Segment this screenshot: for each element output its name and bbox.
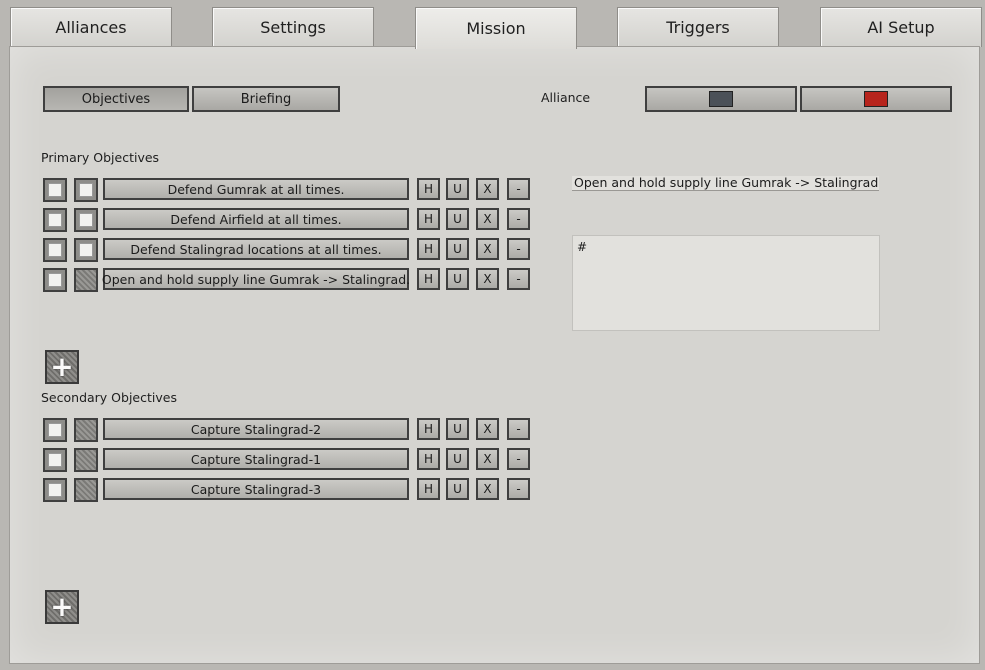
tab-bar: Alliances Settings Mission Triggers AI S… xyxy=(0,0,985,49)
alliance-2-button[interactable] xyxy=(800,86,952,112)
objectives-button[interactable]: Objectives xyxy=(43,86,189,112)
secondary-objectives-heading: Secondary Objectives xyxy=(41,390,177,405)
objective-name-button[interactable]: Defend Stalingrad locations at all times… xyxy=(103,238,409,260)
unhide-button[interactable]: U xyxy=(446,238,469,260)
objective-name-button[interactable]: Capture Stalingrad-1 xyxy=(103,448,409,470)
objective-name-button[interactable]: Open and hold supply line Gumrak -> Stal… xyxy=(102,268,410,290)
unhide-button[interactable]: U xyxy=(446,208,469,230)
primary-objective-row: Open and hold supply line Gumrak -> Stal… xyxy=(43,268,533,292)
objective-checkbox-secondary[interactable] xyxy=(74,208,98,232)
secondary-objective-row: Capture Stalingrad-1 H U X - xyxy=(43,448,533,472)
add-primary-objective-button[interactable]: + xyxy=(45,350,79,384)
mission-panel xyxy=(9,46,980,664)
objective-checkbox[interactable] xyxy=(43,448,67,472)
tab-alliances[interactable]: Alliances xyxy=(10,7,172,47)
hide-button[interactable]: H xyxy=(417,208,440,230)
alliance-1-button[interactable] xyxy=(645,86,797,112)
plus-icon: + xyxy=(50,590,74,623)
objective-name-button[interactable]: Defend Airfield at all times. xyxy=(103,208,409,230)
objective-checkbox[interactable] xyxy=(43,238,67,262)
primary-objective-row: Defend Airfield at all times. H U X - xyxy=(43,208,533,232)
tab-settings[interactable]: Settings xyxy=(212,7,374,47)
delete-button[interactable]: X xyxy=(476,418,499,440)
unhide-button[interactable]: U xyxy=(446,178,469,200)
hide-button[interactable]: H xyxy=(417,478,440,500)
secondary-objective-row: Capture Stalingrad-2 H U X - xyxy=(43,418,533,442)
alliance-2-color xyxy=(864,91,888,107)
delete-button[interactable]: X xyxy=(476,178,499,200)
objective-name-button[interactable]: Defend Gumrak at all times. xyxy=(103,178,409,200)
delete-button[interactable]: X xyxy=(476,448,499,470)
collapse-button[interactable]: - xyxy=(507,208,530,230)
collapse-button[interactable]: - xyxy=(507,478,530,500)
delete-button[interactable]: X xyxy=(476,208,499,230)
tab-ai-setup[interactable]: AI Setup xyxy=(820,7,982,47)
secondary-objective-row: Capture Stalingrad-3 H U X - xyxy=(43,478,533,502)
collapse-button[interactable]: - xyxy=(507,178,530,200)
plus-icon: + xyxy=(50,350,74,383)
objective-checkbox[interactable] xyxy=(43,478,67,502)
briefing-button[interactable]: Briefing xyxy=(192,86,340,112)
delete-button[interactable]: X xyxy=(476,238,499,260)
collapse-button[interactable]: - xyxy=(507,448,530,470)
objective-checkbox[interactable] xyxy=(43,268,67,292)
alliance-1-color xyxy=(709,91,733,107)
alliance-label: Alliance xyxy=(541,90,591,105)
hide-button[interactable]: H xyxy=(417,448,440,470)
objective-name-button[interactable]: Capture Stalingrad-3 xyxy=(103,478,409,500)
objective-checkbox[interactable] xyxy=(43,208,67,232)
objective-description-field[interactable]: # xyxy=(572,235,880,331)
primary-objective-row: Defend Gumrak at all times. H U X - xyxy=(43,178,533,202)
delete-button[interactable]: X xyxy=(476,478,499,500)
primary-objectives-heading: Primary Objectives xyxy=(41,150,160,165)
tab-mission[interactable]: Mission xyxy=(415,7,577,49)
unhide-button[interactable]: U xyxy=(446,448,469,470)
collapse-button[interactable]: - xyxy=(507,238,530,260)
objective-checkbox-secondary[interactable] xyxy=(74,448,98,472)
primary-objective-row: Defend Stalingrad locations at all times… xyxy=(43,238,533,262)
objective-checkbox-secondary[interactable] xyxy=(74,238,98,262)
objective-checkbox[interactable] xyxy=(43,418,67,442)
objective-title-field[interactable]: Open and hold supply line Gumrak -> Stal… xyxy=(572,176,879,191)
hide-button[interactable]: H xyxy=(417,268,440,290)
objective-name-button[interactable]: Capture Stalingrad-2 xyxy=(103,418,409,440)
objective-checkbox-secondary[interactable] xyxy=(74,268,98,292)
unhide-button[interactable]: U xyxy=(446,268,469,290)
delete-button[interactable]: X xyxy=(476,268,499,290)
hide-button[interactable]: H xyxy=(417,418,440,440)
objective-checkbox-secondary[interactable] xyxy=(74,178,98,202)
hide-button[interactable]: H xyxy=(417,178,440,200)
hide-button[interactable]: H xyxy=(417,238,440,260)
unhide-button[interactable]: U xyxy=(446,418,469,440)
objective-checkbox-secondary[interactable] xyxy=(74,478,98,502)
tab-triggers[interactable]: Triggers xyxy=(617,7,779,47)
collapse-button[interactable]: - xyxy=(507,268,530,290)
unhide-button[interactable]: U xyxy=(446,478,469,500)
collapse-button[interactable]: - xyxy=(507,418,530,440)
add-secondary-objective-button[interactable]: + xyxy=(45,590,79,624)
objective-checkbox-secondary[interactable] xyxy=(74,418,98,442)
objective-checkbox[interactable] xyxy=(43,178,67,202)
